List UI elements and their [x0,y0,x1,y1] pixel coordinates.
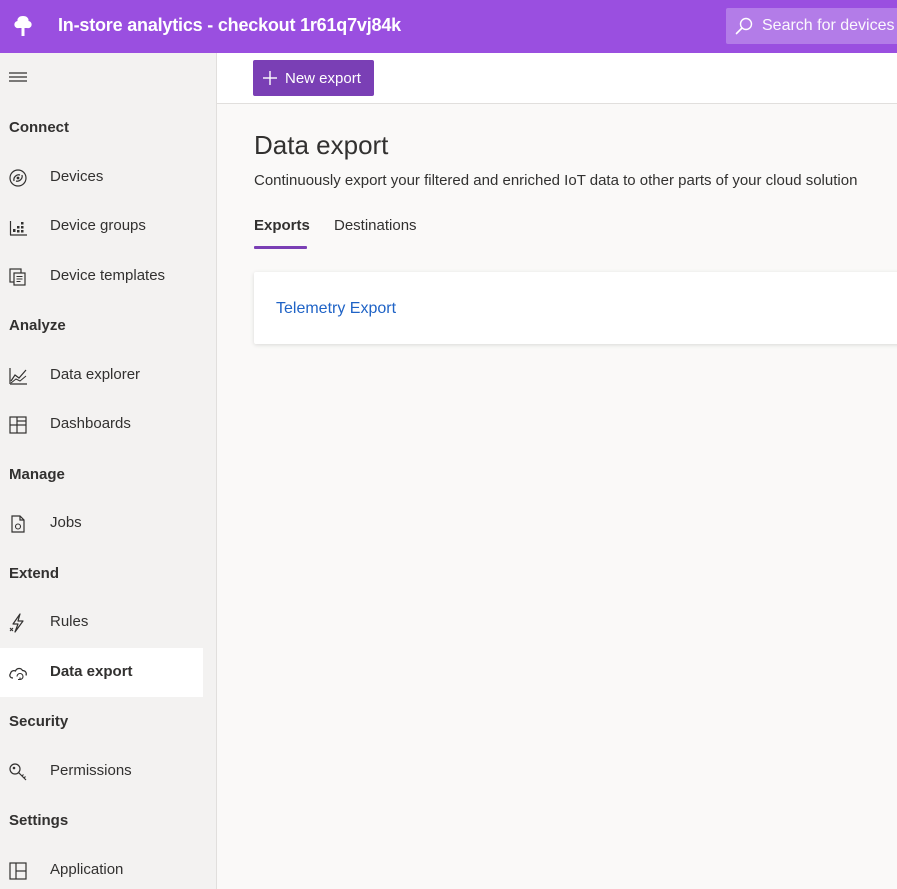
sidebar-item-label: Device templates [50,267,166,284]
hamburger-menu-icon[interactable] [8,69,28,85]
sidebar-item-data-export[interactable]: Data export [0,648,203,697]
sidebar-item-label: Jobs [50,514,82,531]
application-icon [9,862,27,880]
app-title: In-store analytics - checkout 1r61q7vj84… [58,15,401,35]
sidebar: Connect Devices Device groups Device tem… [0,53,217,889]
search-box[interactable]: Search for devices [726,8,897,44]
sidebar-item-device-groups[interactable]: Device groups [0,202,203,251]
export-card: Telemetry Export [254,272,897,344]
sidebar-item-dashboards[interactable]: Dashboards [0,400,203,449]
data-export-icon [9,667,27,681]
sidebar-item-permissions[interactable]: Permissions [0,747,203,796]
sidebar-item-label: Data explorer [50,366,141,383]
dashboards-icon [9,416,27,434]
sidebar-item-device-templates[interactable]: Device templates [0,252,203,301]
rules-icon [9,613,24,633]
device-groups-icon [9,221,27,236]
top-bar: In-store analytics - checkout 1r61q7vj84… [0,0,897,53]
sidebar-item-jobs[interactable]: Jobs [0,499,203,548]
section-title-analyze: Analyze [9,317,66,334]
sidebar-item-devices[interactable]: Devices [0,153,203,202]
sidebar-item-label: Dashboards [50,415,131,432]
main-content: Data export Continuously export your fil… [217,104,897,889]
section-title-settings: Settings [9,812,69,829]
data-explorer-icon [9,368,27,385]
search-icon [735,17,753,35]
section-title-security: Security [9,713,69,730]
devices-icon [9,169,27,187]
app-logo-icon[interactable] [11,14,35,38]
sidebar-item-rules[interactable]: Rules [0,598,203,647]
new-export-button[interactable]: New export [253,60,374,96]
tab-selected-indicator [254,246,307,249]
device-templates-icon [9,268,26,286]
sidebar-item-label: Devices [50,168,104,185]
tab-destinations[interactable]: Destinations [334,217,417,251]
page-description: Continuously export your filtered and en… [254,172,858,189]
export-link-telemetry[interactable]: Telemetry Export [276,300,396,318]
search-input[interactable]: Search for devices [762,17,895,35]
sidebar-item-data-explorer[interactable]: Data explorer [0,351,203,400]
sidebar-item-label: Data export [50,663,133,680]
sidebar-item-application[interactable]: Application [0,846,203,889]
section-title-extend: Extend [9,565,60,582]
jobs-icon [11,515,25,533]
command-bar: New export [217,53,897,104]
page-title: Data export [254,130,389,160]
sidebar-item-label: Application [50,861,124,878]
section-title-manage: Manage [9,466,65,483]
sidebar-item-label: Device groups [50,217,146,234]
plus-icon [263,71,277,85]
section-title-connect: Connect [9,119,69,136]
permissions-icon [9,763,27,781]
sidebar-item-label: Rules [50,613,89,630]
new-export-label: New export [285,70,361,87]
sidebar-item-label: Permissions [50,762,132,779]
